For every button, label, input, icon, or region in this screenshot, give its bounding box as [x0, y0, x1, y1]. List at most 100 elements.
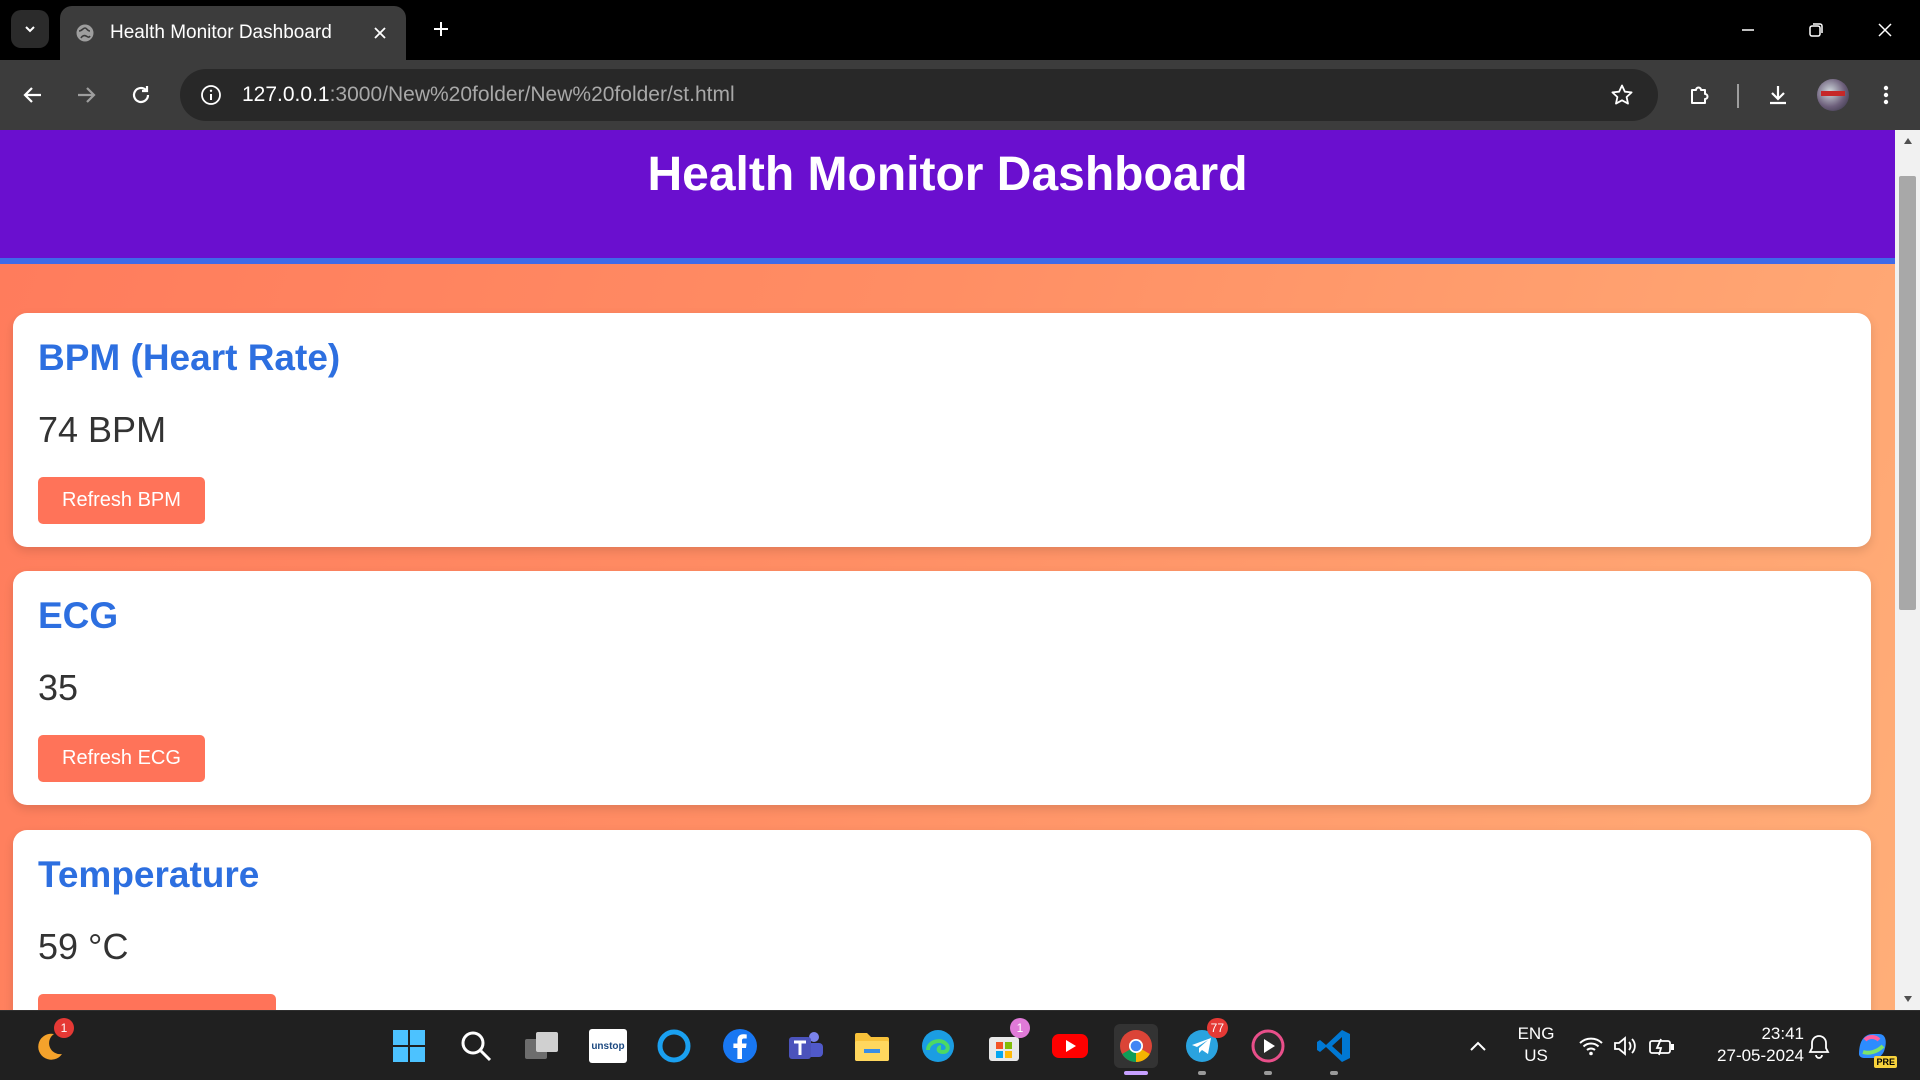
close-icon	[1878, 23, 1892, 37]
close-window-button[interactable]	[1857, 8, 1913, 52]
temperature-card: Temperature 59 °C	[13, 830, 1871, 1010]
browser-titlebar: Health Monitor Dashboard	[0, 0, 1920, 60]
windows-taskbar: 1 unstop 1 77 ENG US 23:41 27-05-2024 PR…	[0, 1010, 1920, 1080]
telegram-badge: 77	[1206, 1018, 1228, 1038]
extensions-button[interactable]	[1679, 75, 1719, 115]
chrome-menu-button[interactable]	[1866, 75, 1906, 115]
restore-button[interactable]	[1788, 8, 1844, 52]
running-app-indicator	[1330, 1071, 1338, 1075]
arrow-left-icon	[23, 87, 41, 103]
bpm-card: BPM (Heart Rate) 74 BPM Refresh BPM	[13, 313, 1871, 547]
refresh-temperature-button[interactable]	[38, 994, 276, 1010]
edge-app[interactable]	[916, 1024, 960, 1068]
unstop-app[interactable]: unstop	[586, 1024, 630, 1068]
file-explorer-app[interactable]	[850, 1024, 894, 1068]
arrow-right-icon	[78, 87, 96, 103]
url-host: 127.0.0.1	[242, 83, 330, 106]
microsoft-store-app[interactable]: 1	[982, 1018, 1030, 1068]
scroll-up-icon[interactable]	[1895, 130, 1920, 152]
ecg-value: 35	[38, 667, 79, 708]
task-view-icon	[525, 1032, 558, 1059]
wifi-icon	[1579, 1037, 1603, 1056]
language-indicator[interactable]: ENG US	[1506, 1023, 1566, 1067]
profile-avatar[interactable]	[1817, 79, 1849, 111]
search-button[interactable]	[454, 1024, 498, 1068]
reload-icon	[132, 86, 150, 104]
toolbar-separator	[1737, 84, 1739, 108]
facebook-icon	[723, 1029, 757, 1063]
telegram-app[interactable]: 77	[1180, 1018, 1228, 1075]
address-bar[interactable]: 127.0.0.1:3000/New%20folder/New%20folder…	[180, 69, 1658, 121]
chrome-icon	[1120, 1030, 1152, 1062]
card-title: BPM (Heart Rate)	[38, 337, 341, 378]
bpm-value: 74 BPM	[38, 409, 167, 450]
downloads-button[interactable]	[1758, 75, 1798, 115]
minimize-icon	[1742, 29, 1754, 31]
notification-bell-icon	[1808, 1035, 1830, 1059]
browser-toolbar: 127.0.0.1:3000/New%20folder/New%20folder…	[0, 60, 1920, 130]
dashboard-header: Health Monitor Dashboard	[0, 130, 1895, 264]
teams-app[interactable]	[784, 1024, 828, 1068]
clock[interactable]: 23:41 27-05-2024	[1690, 1023, 1804, 1067]
start-button[interactable]	[387, 1024, 431, 1068]
unstop-label: unstop	[591, 1040, 625, 1052]
ecg-card: ECG 35 Refresh ECG	[13, 571, 1871, 805]
youtube-icon	[1052, 1034, 1088, 1058]
refresh-ecg-button[interactable]: Refresh ECG	[38, 735, 205, 782]
refresh-bpm-button[interactable]: Refresh BPM	[38, 477, 205, 524]
forward-button[interactable]	[66, 75, 106, 115]
teams-icon	[789, 1032, 823, 1059]
active-app-indicator	[1124, 1071, 1148, 1075]
notifications-button[interactable]	[1797, 1024, 1841, 1068]
back-button[interactable]	[13, 75, 53, 115]
card-title: ECG	[38, 595, 119, 636]
restore-icon	[1809, 23, 1823, 37]
browser-tab[interactable]: Health Monitor Dashboard	[60, 6, 406, 60]
new-tab-button[interactable]	[424, 12, 458, 46]
running-app-indicator	[1198, 1071, 1206, 1075]
youtube-app[interactable]	[1048, 1024, 1092, 1068]
scroll-down-icon[interactable]	[1895, 988, 1920, 1010]
bookmark-star-icon[interactable]	[1604, 77, 1640, 113]
chevron-up-icon	[1470, 1041, 1486, 1051]
page-scrollbar[interactable]	[1895, 130, 1920, 1010]
facebook-app[interactable]	[718, 1024, 762, 1068]
reload-button[interactable]	[121, 75, 161, 115]
url-text: 127.0.0.1:3000/New%20folder/New%20folder…	[242, 83, 735, 107]
show-hidden-icons-button[interactable]	[1456, 1024, 1500, 1068]
weather-widget[interactable]: 1	[26, 1018, 74, 1068]
globe-icon	[74, 22, 96, 44]
copilot-pre-badge: PRE	[1874, 1056, 1897, 1068]
play-circle-icon	[1251, 1029, 1285, 1063]
task-view-button[interactable]	[520, 1024, 564, 1068]
weather-badge: 1	[54, 1018, 74, 1038]
edge-icon	[922, 1030, 954, 1062]
cortana-app[interactable]	[652, 1024, 696, 1068]
copilot-button[interactable]: PRE	[1851, 1024, 1897, 1068]
chrome-app[interactable]	[1114, 1024, 1158, 1075]
running-app-indicator	[1264, 1071, 1272, 1075]
windows-logo-icon	[393, 1030, 425, 1062]
folder-icon	[855, 1033, 889, 1061]
language-code: ENG	[1517, 1024, 1555, 1043]
unstop-logo-icon: unstop	[589, 1029, 627, 1063]
puzzle-icon	[1691, 86, 1709, 104]
volume-icon	[1614, 1036, 1636, 1056]
url-path: :3000/New%20folder/New%20folder/st.html	[329, 83, 735, 106]
quick-settings-button[interactable]	[1570, 1024, 1684, 1068]
tab-search-button[interactable]	[11, 10, 49, 48]
store-badge: 1	[1010, 1018, 1030, 1038]
card-title: Temperature	[38, 854, 260, 895]
page-viewport: Health Monitor Dashboard BPM (Heart Rate…	[0, 130, 1895, 1010]
minimize-button[interactable]	[1720, 8, 1776, 52]
close-tab-icon[interactable]	[368, 21, 392, 45]
page-title: Health Monitor Dashboard	[647, 148, 1248, 201]
vscode-app[interactable]	[1312, 1024, 1356, 1075]
tab-title: Health Monitor Dashboard	[110, 22, 332, 43]
site-info-icon[interactable]	[194, 78, 228, 112]
clock-time: 23:41	[1761, 1024, 1804, 1043]
media-player-app[interactable]	[1246, 1024, 1290, 1075]
scrollbar-thumb[interactable]	[1899, 176, 1916, 610]
chevron-down-icon	[25, 26, 35, 33]
region-code: US	[1524, 1046, 1548, 1065]
